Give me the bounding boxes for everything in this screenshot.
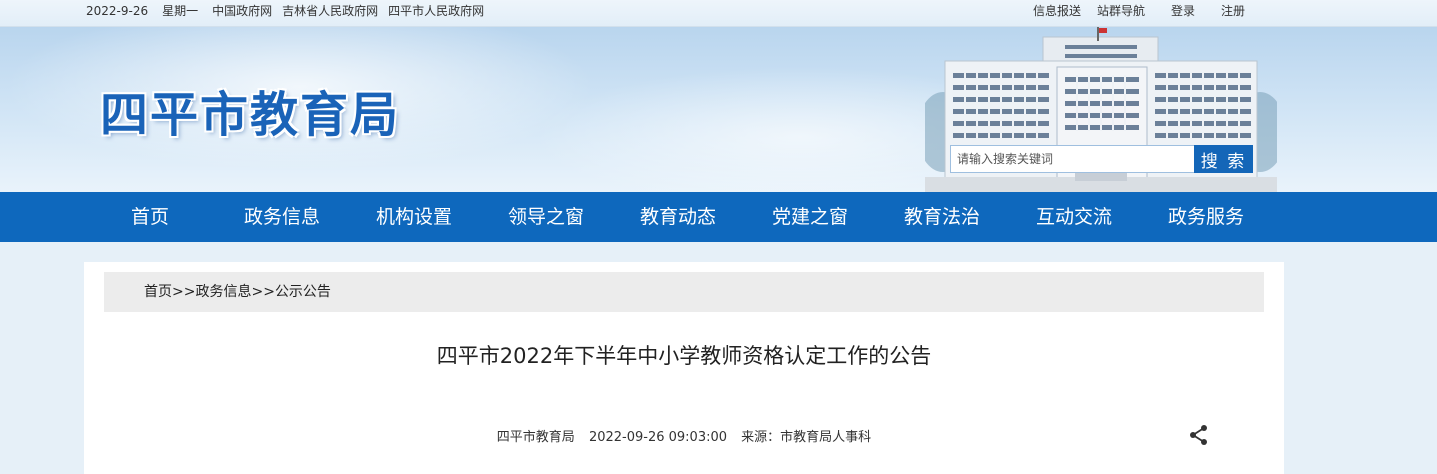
- nav-item-education-law[interactable]: 教育法治: [876, 192, 1008, 242]
- search-box: 搜 索: [950, 145, 1253, 173]
- top-right-group: 信息报送 站群导航 登录 注册: [1017, 2, 1245, 20]
- link-siping-gov[interactable]: 四平市人民政府网: [388, 2, 484, 20]
- breadcrumb: 首页>>政务信息>>公示公告: [104, 272, 1264, 312]
- nav-item-home[interactable]: 首页: [84, 192, 216, 242]
- breadcrumb-announcements[interactable]: 公示公告: [275, 284, 331, 300]
- main-navigation: 首页 政务信息 机构设置 领导之窗 教育动态 党建之窗 教育法治 互动交流 政务…: [0, 192, 1437, 242]
- article-container: 首页>>政务信息>>公示公告 四平市2022年下半年中小学教师资格认定工作的公告…: [84, 262, 1284, 474]
- nav-item-party-building[interactable]: 党建之窗: [744, 192, 876, 242]
- nav-item-organization[interactable]: 机构设置: [348, 192, 480, 242]
- article-title: 四平市2022年下半年中小学教师资格认定工作的公告: [436, 344, 932, 368]
- link-gov-cn[interactable]: 中国政府网: [212, 2, 272, 20]
- article-source: 来源：市教育局人事科: [741, 430, 872, 445]
- link-jilin-gov[interactable]: 吉林省人民政府网: [282, 2, 378, 20]
- site-group-nav-link[interactable]: 站群导航: [1097, 2, 1145, 20]
- nav-item-government-info[interactable]: 政务信息: [216, 192, 348, 242]
- nav-item-government-services[interactable]: 政务服务: [1140, 192, 1272, 242]
- search-input[interactable]: [950, 145, 1194, 173]
- breadcrumb-separator: >>: [172, 284, 196, 300]
- login-link[interactable]: 登录: [1171, 2, 1195, 20]
- search-button[interactable]: 搜 索: [1194, 145, 1253, 173]
- nav-item-interaction[interactable]: 互动交流: [1008, 192, 1140, 242]
- info-submit-link[interactable]: 信息报送: [1033, 2, 1081, 20]
- top-utility-bar: 2022-9-26 星期一 中国政府网 吉林省人民政府网 四平市人民政府网 信息…: [0, 0, 1437, 27]
- current-weekday: 星期一: [162, 4, 199, 18]
- nav-item-education-news[interactable]: 教育动态: [612, 192, 744, 242]
- breadcrumb-government-info[interactable]: 政务信息: [195, 284, 251, 300]
- article-publisher: 四平市教育局: [496, 430, 575, 445]
- article-datetime: 2022-09-26 09:03:00: [588, 430, 728, 445]
- breadcrumb-separator: >>: [251, 284, 275, 300]
- breadcrumb-home[interactable]: 首页: [144, 284, 172, 300]
- top-left-group: 2022-9-26 星期一 中国政府网 吉林省人民政府网 四平市人民政府网: [86, 2, 494, 20]
- site-title: 四平市教育局: [100, 87, 401, 143]
- share-icon[interactable]: [1188, 424, 1210, 446]
- nav-item-leadership[interactable]: 领导之窗: [480, 192, 612, 242]
- register-link[interactable]: 注册: [1221, 2, 1245, 20]
- header-banner: 四平市教育局 请输入搜索关键词 搜 索: [0, 27, 1437, 192]
- current-date: 2022-9-26: [86, 4, 149, 18]
- article-meta: 四平市教育局 2022-09-26 09:03:00 来源：市教育局人事科: [84, 426, 1284, 445]
